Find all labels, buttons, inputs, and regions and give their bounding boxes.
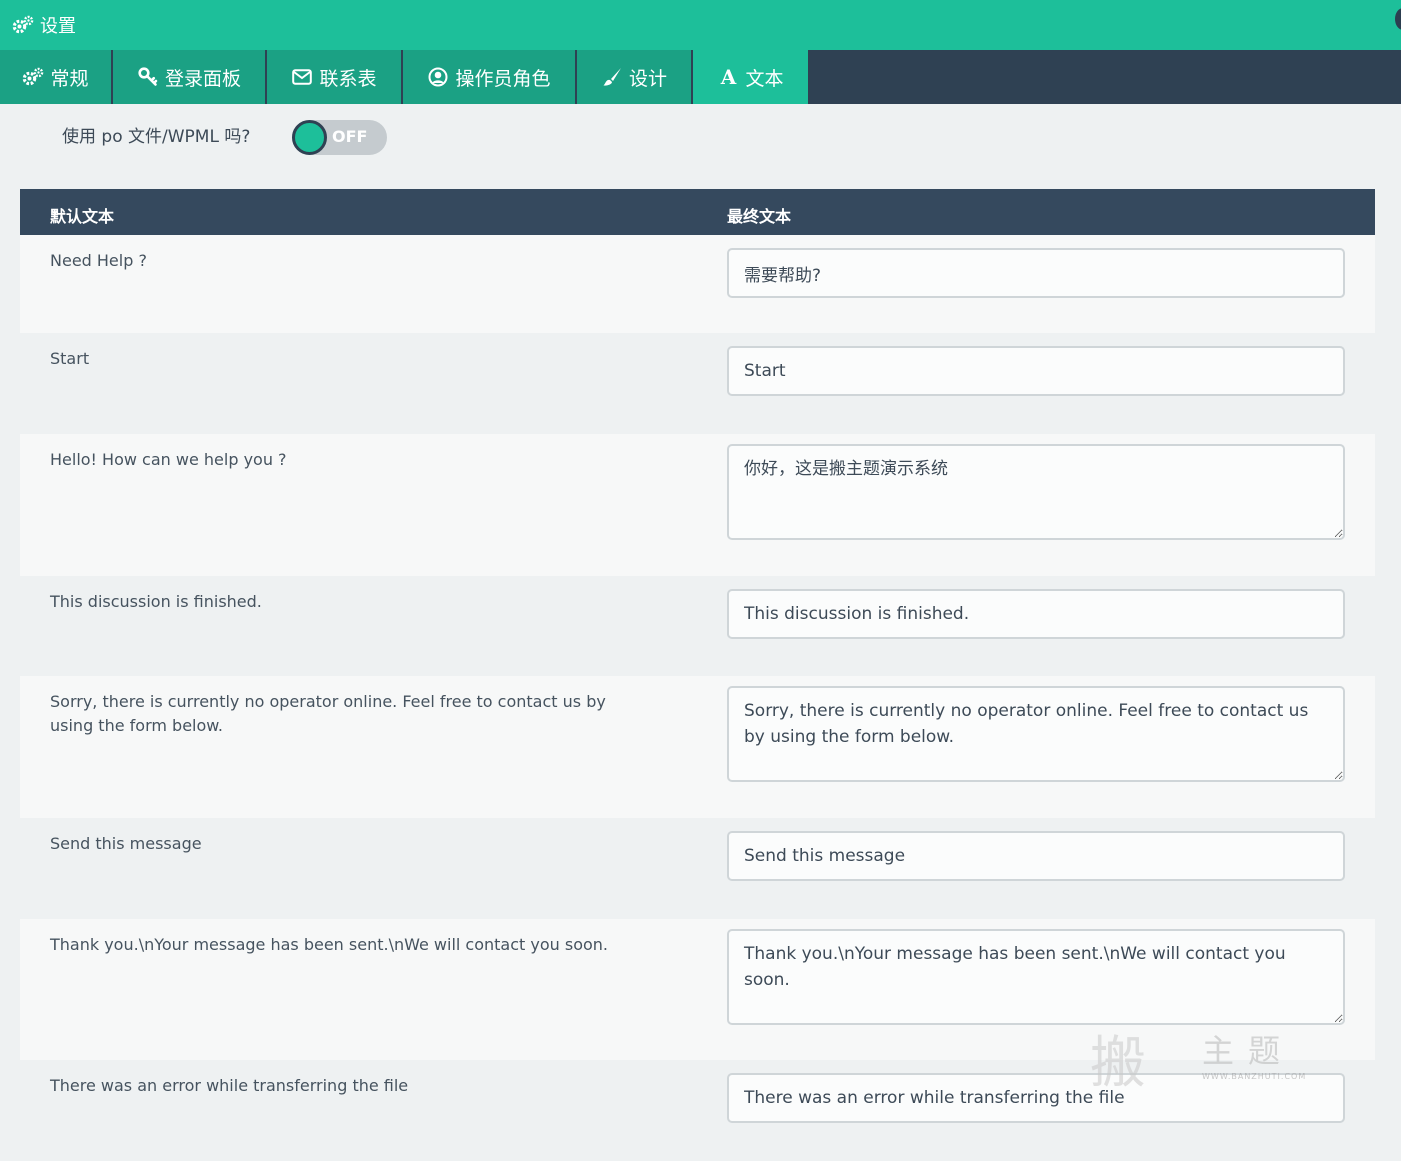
final-text-textarea[interactable]: Sorry, there is currently no operator on…	[727, 686, 1345, 782]
final-text-textarea[interactable]: Thank you.\nYour message has been sent.\…	[727, 929, 1345, 1025]
final-text-input[interactable]	[727, 589, 1345, 639]
tab-label: 联系表	[319, 67, 377, 90]
table-row: There was an error while transferring th…	[20, 1060, 1375, 1161]
tab-operator-role[interactable]: 操作员角色	[403, 50, 577, 104]
settings-header: 设置	[0, 0, 1401, 50]
table-row: Need Help ?	[20, 235, 1375, 333]
envelope-icon	[291, 66, 313, 88]
tab-label: 常规	[50, 67, 89, 90]
scroll-edge-marker	[1395, 8, 1401, 30]
font-icon: A	[720, 65, 737, 89]
default-text: Hello! How can we help you ?	[50, 450, 287, 469]
default-text: Sorry, there is currently no operator on…	[50, 692, 606, 735]
table-header: 默认文本 最终文本	[20, 189, 1375, 235]
final-text-input[interactable]	[727, 248, 1345, 298]
default-text: Need Help ?	[50, 251, 147, 270]
po-wpml-setting: 使用 po 文件/WPML 吗?	[62, 122, 250, 147]
table-row: Sorry, there is currently no operator on…	[20, 676, 1375, 818]
final-text-input[interactable]	[727, 1073, 1345, 1123]
page-title: 设置	[40, 16, 76, 37]
po-wpml-label: 使用 po 文件/WPML 吗?	[62, 127, 251, 147]
gears-icon	[12, 14, 34, 36]
tab-label: 设计	[628, 67, 667, 90]
toggle-state-text: OFF	[332, 127, 368, 146]
toggle-knob	[292, 120, 327, 155]
table-row: This discussion is finished.	[20, 576, 1375, 676]
text-translation-table: 默认文本 最终文本 Need Help ? Start Hello! How c…	[20, 189, 1375, 1161]
tab-general[interactable]: 常规	[0, 50, 113, 104]
table-row: Send this message	[20, 818, 1375, 919]
gears-icon	[22, 66, 44, 88]
tab-label: 文本	[745, 67, 784, 90]
key-icon	[137, 66, 159, 88]
column-header-final: 最终文本	[727, 207, 792, 226]
final-text-input[interactable]	[727, 831, 1345, 881]
tab-login-panel[interactable]: 登录面板	[113, 50, 267, 104]
tab-contact-form[interactable]: 联系表	[267, 50, 403, 104]
default-text: Start	[50, 349, 90, 368]
po-wpml-toggle[interactable]: OFF	[292, 120, 387, 155]
tab-label: 登录面板	[164, 67, 241, 90]
final-text-textarea[interactable]: 你好，这是搬主题演示系统	[727, 444, 1345, 540]
paintbrush-icon	[601, 66, 623, 88]
default-text: Thank you.\nYour message has been sent.\…	[50, 935, 609, 954]
default-text: This discussion is finished.	[50, 592, 262, 611]
tab-label: 操作员角色	[455, 67, 551, 90]
tab-text[interactable]: A 文本	[693, 50, 808, 104]
table-row: Hello! How can we help you ? 你好，这是搬主题演示系…	[20, 434, 1375, 576]
user-circle-icon	[427, 66, 449, 88]
column-header-default: 默认文本	[50, 207, 115, 226]
default-text: Send this message	[50, 834, 202, 853]
settings-tabs: 常规 登录面板 联系表 操作员角色 设计 A 文本	[0, 50, 1401, 104]
final-text-input[interactable]	[727, 346, 1345, 396]
tab-design[interactable]: 设计	[577, 50, 693, 104]
table-row: Thank you.\nYour message has been sent.\…	[20, 919, 1375, 1060]
default-text: There was an error while transferring th…	[50, 1076, 409, 1095]
table-row: Start	[20, 333, 1375, 434]
